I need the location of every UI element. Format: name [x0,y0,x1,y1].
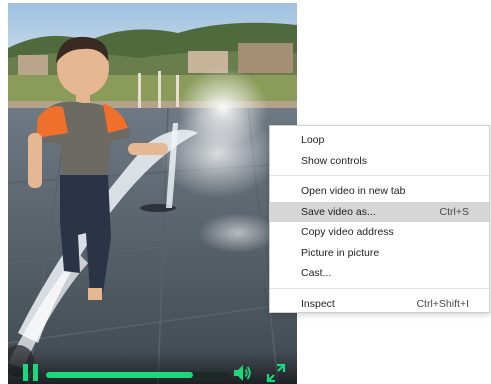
video-frame[interactable] [8,3,297,384]
menu-item-inspect[interactable]: Inspect Ctrl+Shift+I [270,294,489,315]
menu-separator [270,175,489,176]
menu-item-label: Loop [301,134,325,146]
menu-item-label: Inspect [301,297,335,310]
fullscreen-button[interactable] [266,363,286,383]
menu-item-copy-video-address[interactable]: Copy video address [270,222,489,243]
video-player[interactable] [8,3,297,384]
menu-item-save-video-as[interactable]: Save video as... Ctrl+S [270,201,489,222]
menu-item-cast[interactable]: Cast... [270,263,489,284]
context-menu: Loop Show controls Open video in new tab… [269,125,490,313]
seek-bar[interactable] [46,372,230,378]
menu-item-shortcut: Ctrl+S [439,205,469,218]
menu-item-label: Copy video address [301,226,394,238]
pause-button[interactable] [23,364,39,381]
menu-item-label: Save video as... [301,205,376,218]
seek-bar-progress [46,372,194,378]
menu-item-show-controls[interactable]: Show controls [270,151,489,172]
menu-item-label: Picture in picture [301,246,380,259]
menu-separator [270,287,489,289]
menu-item-label: Show controls [301,154,367,167]
volume-icon [234,365,251,381]
menu-item-label: Open video in new tab [301,185,406,197]
page: Loop Show controls Open video in new tab… [0,0,491,384]
volume-button[interactable] [233,364,253,382]
video-controls-bar [8,350,297,384]
fullscreen-icon [266,363,286,383]
menu-item-loop[interactable]: Loop [270,130,489,151]
pause-icon [23,364,28,381]
menu-item-shortcut: Ctrl+Shift+I [416,297,469,310]
menu-item-label: Cast... [301,267,332,279]
pause-icon-bar [33,364,38,381]
menu-item-open-video-in-new-tab[interactable]: Open video in new tab [270,181,489,202]
menu-item-picture-in-picture[interactable]: Picture in picture [270,243,489,264]
